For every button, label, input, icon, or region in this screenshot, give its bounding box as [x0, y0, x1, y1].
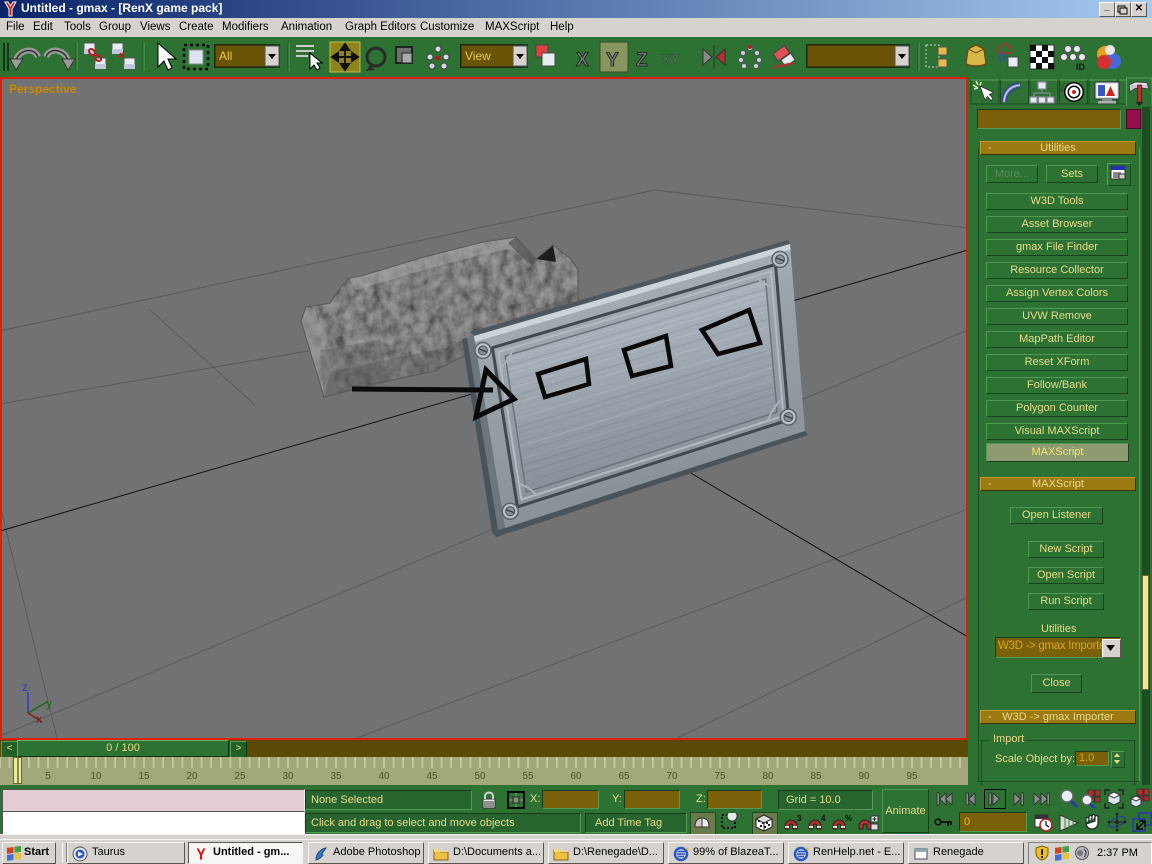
svg-text:20: 20	[186, 771, 198, 782]
svg-text:3: 3	[797, 814, 802, 823]
svg-text:70: 70	[666, 771, 678, 782]
svg-text:ID: ID	[1076, 62, 1086, 72]
svg-text:25: 25	[234, 771, 246, 782]
svg-text:X: X	[576, 50, 589, 71]
svg-text:All: All	[219, 49, 232, 63]
svg-text:80: 80	[762, 771, 774, 782]
svg-text:View: View	[465, 49, 491, 63]
svg-text:4: 4	[821, 814, 826, 823]
svg-text:x: x	[36, 712, 42, 726]
svg-text:65: 65	[618, 771, 630, 782]
svg-text:50: 50	[474, 771, 486, 782]
svg-text:z: z	[22, 680, 28, 694]
svg-text:75: 75	[714, 771, 726, 782]
svg-text:10: 10	[90, 771, 102, 782]
svg-text:55: 55	[522, 771, 534, 782]
svg-text:40: 40	[378, 771, 390, 782]
svg-text:45: 45	[426, 771, 438, 782]
svg-text:35: 35	[330, 771, 342, 782]
svg-text:Perspective: Perspective	[9, 82, 77, 96]
svg-text:85: 85	[810, 771, 822, 782]
svg-text:60: 60	[570, 771, 582, 782]
svg-text:%: %	[845, 814, 852, 823]
svg-text:90: 90	[858, 771, 870, 782]
svg-text:XY: XY	[661, 51, 680, 67]
svg-text:95: 95	[906, 771, 918, 782]
svg-text:30: 30	[282, 771, 294, 782]
svg-text:Z: Z	[636, 50, 648, 71]
svg-text:Y: Y	[606, 50, 619, 71]
svg-text:y: y	[46, 696, 52, 710]
svg-text:15: 15	[138, 771, 150, 782]
svg-text:5: 5	[45, 771, 51, 782]
